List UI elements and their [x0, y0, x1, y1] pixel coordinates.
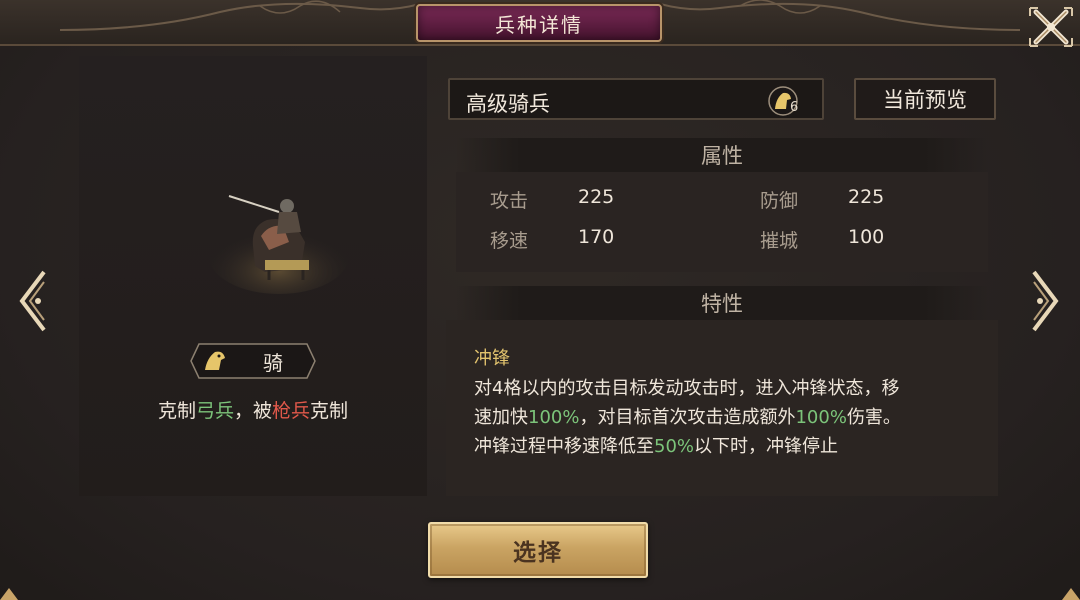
stat-label-siege: 摧城	[760, 230, 799, 252]
title-plate: 兵种详情	[416, 4, 662, 42]
counter-prefix: 克制	[157, 400, 196, 422]
traits-heading: 特性	[456, 286, 988, 320]
stat-value-speed: 170	[578, 226, 615, 248]
ornament-left	[60, 0, 420, 31]
stat-label-attack: 攻击	[490, 190, 529, 212]
next-unit-button[interactable]	[1030, 268, 1062, 334]
close-icon	[1029, 7, 1073, 47]
strong-against: 弓兵	[195, 400, 234, 422]
trait-line-2: 速加快100%，对目标首次攻击造成额外100%伤害。	[474, 403, 974, 432]
trait-line-3: 冲锋过程中移速降低至50%以下时，冲锋停止	[474, 432, 974, 461]
current-preview-button[interactable]: 当前预览	[854, 78, 996, 120]
trait-text: 伤害。	[846, 407, 901, 428]
counter-relation: 克制弓兵，被枪兵克制	[79, 396, 427, 423]
select-button[interactable]: 选择	[428, 522, 648, 578]
weak-to: 枪兵	[272, 400, 311, 422]
unit-tier: 6	[790, 100, 799, 115]
stat-value-attack: 225	[578, 186, 615, 208]
stat-label-defense: 防御	[760, 190, 799, 212]
close-button[interactable]	[1026, 4, 1076, 50]
unit-preview-panel: 骑 克制弓兵，被枪兵克制	[79, 56, 427, 496]
left-arrow-icon	[19, 270, 46, 332]
select-button-label: 选择	[513, 540, 563, 566]
unit-model-image	[209, 195, 349, 294]
ornament-right	[660, 0, 1020, 31]
corner-ornament	[0, 588, 18, 600]
traits-box: 冲锋 对4格以内的攻击目标发动攻击时，进入冲锋状态，移 速加快100%，对目标首…	[446, 320, 998, 496]
trait-text: ，对目标首次攻击造成额外	[579, 407, 796, 428]
unit-detail-screen: 兵种详情 骑 克制弓兵，被枪兵克制 高级骑兵 6 当前预览 属性 攻击 225 …	[0, 0, 1080, 600]
corner-ornament	[1062, 588, 1080, 600]
trait-text: 冲锋过程中移速降低至	[474, 436, 654, 457]
stat-value-siege: 100	[848, 226, 885, 248]
trait-text: 以下时，冲锋停止	[694, 436, 839, 457]
unit-info-panel: 高级骑兵 6 当前预览 属性 攻击 225 防御 225 移速 170 摧城 1…	[446, 70, 998, 496]
stat-value-defense: 225	[848, 186, 885, 208]
trait-text: 速加快	[474, 407, 528, 428]
counter-suffix: 克制	[310, 400, 349, 422]
attributes-box: 攻击 225 防御 225 移速 170 摧城 100	[456, 172, 988, 272]
unit-name: 高级骑兵	[466, 92, 550, 116]
trait-description: 对4格以内的攻击目标发动攻击时，进入冲锋状态，移 速加快100%，对目标首次攻击…	[474, 374, 974, 461]
trait-name: 冲锋	[474, 348, 510, 369]
window-title: 兵种详情	[495, 12, 583, 37]
stat-label-speed: 移速	[490, 230, 529, 252]
trait-line-1: 对4格以内的攻击目标发动攻击时，进入冲锋状态，移	[474, 378, 900, 399]
counter-middle: ，被	[233, 400, 272, 422]
unit-type-label: 骑	[263, 350, 283, 375]
prev-unit-button[interactable]	[16, 268, 48, 334]
attributes-heading: 属性	[456, 138, 988, 172]
trait-value: 100%	[795, 407, 847, 428]
horse-head-icon	[205, 351, 225, 370]
trait-value: 50%	[654, 436, 695, 457]
right-arrow-icon	[1032, 270, 1059, 332]
unit-name-field: 高级骑兵 6	[448, 78, 824, 120]
trait-value: 100%	[528, 407, 580, 428]
